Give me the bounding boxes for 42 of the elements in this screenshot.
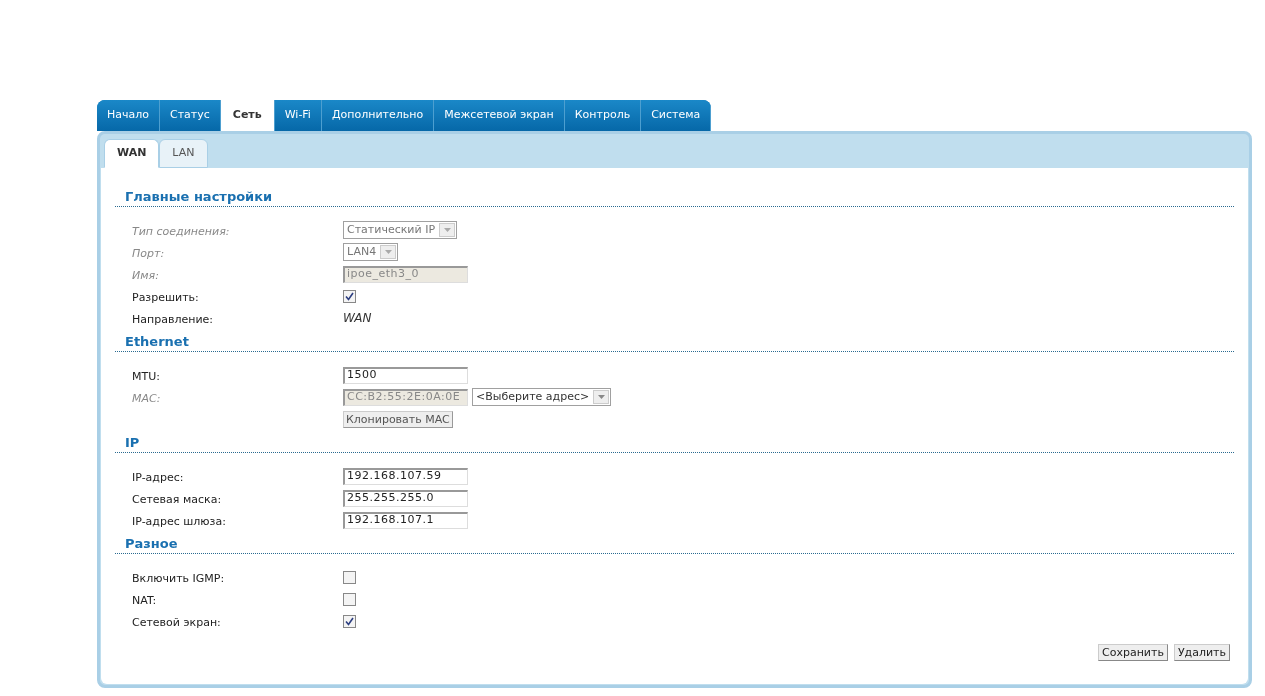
input-field[interactable]: 192.168.107.1	[343, 511, 468, 529]
direction-value: WAN	[343, 310, 372, 327]
nav-tab[interactable]: Дополнительно	[321, 100, 435, 131]
field-label: Порт:	[132, 247, 165, 260]
field-label: Сетевая маска:	[132, 493, 222, 506]
nav-tab[interactable]: Wi-Fi	[274, 100, 322, 131]
section-title: IP	[124, 434, 141, 452]
field-label: MAC:	[132, 392, 161, 405]
nav-tab[interactable]: Контроль	[564, 100, 642, 131]
caret-icon	[380, 245, 397, 259]
field-label: Включить IGMP:	[132, 572, 225, 585]
section-title: Главные настройки	[124, 188, 274, 206]
field-label: Имя:	[132, 269, 159, 282]
nav-tab[interactable]: Сеть	[220, 100, 275, 131]
input-field[interactable]: 1500	[343, 366, 468, 384]
caret-icon	[439, 223, 456, 237]
save-button[interactable]: Сохранить	[1098, 644, 1168, 661]
sub-tab[interactable]: LAN	[159, 139, 208, 168]
section-title: Разное	[124, 535, 179, 553]
nav-tab[interactable]: Межсетевой экран	[434, 100, 565, 131]
clone-mac-button[interactable]: Клонировать MAC	[343, 410, 453, 428]
nav-tab[interactable]: Система	[641, 100, 712, 131]
sub-tab[interactable]: WAN	[104, 139, 160, 168]
nav-tab[interactable]: Начало	[97, 100, 160, 131]
caret-icon	[593, 390, 610, 404]
field-label: MTU:	[132, 370, 160, 383]
field-label: Сетевой экран:	[132, 616, 221, 629]
input-field[interactable]: 192.168.107.59	[343, 467, 468, 485]
delete-button[interactable]: Удалить	[1173, 644, 1230, 661]
input-field[interactable]: 255.255.255.0	[343, 489, 468, 507]
field-label: IP-адрес:	[132, 471, 184, 484]
checkbox[interactable]	[343, 592, 356, 606]
field-label: NAT:	[132, 594, 157, 607]
field-label: Направление:	[132, 313, 214, 326]
checkbox[interactable]	[343, 289, 356, 303]
field-label: Тип соединения:	[132, 225, 230, 238]
nav-tab[interactable]: Статус	[160, 100, 221, 131]
field-label: IP-адрес шлюза:	[132, 515, 226, 528]
checkbox[interactable]	[343, 614, 356, 628]
section-title: Ethernet	[124, 333, 190, 351]
checkbox[interactable]	[343, 570, 356, 584]
field-label: Разрешить:	[132, 291, 199, 304]
